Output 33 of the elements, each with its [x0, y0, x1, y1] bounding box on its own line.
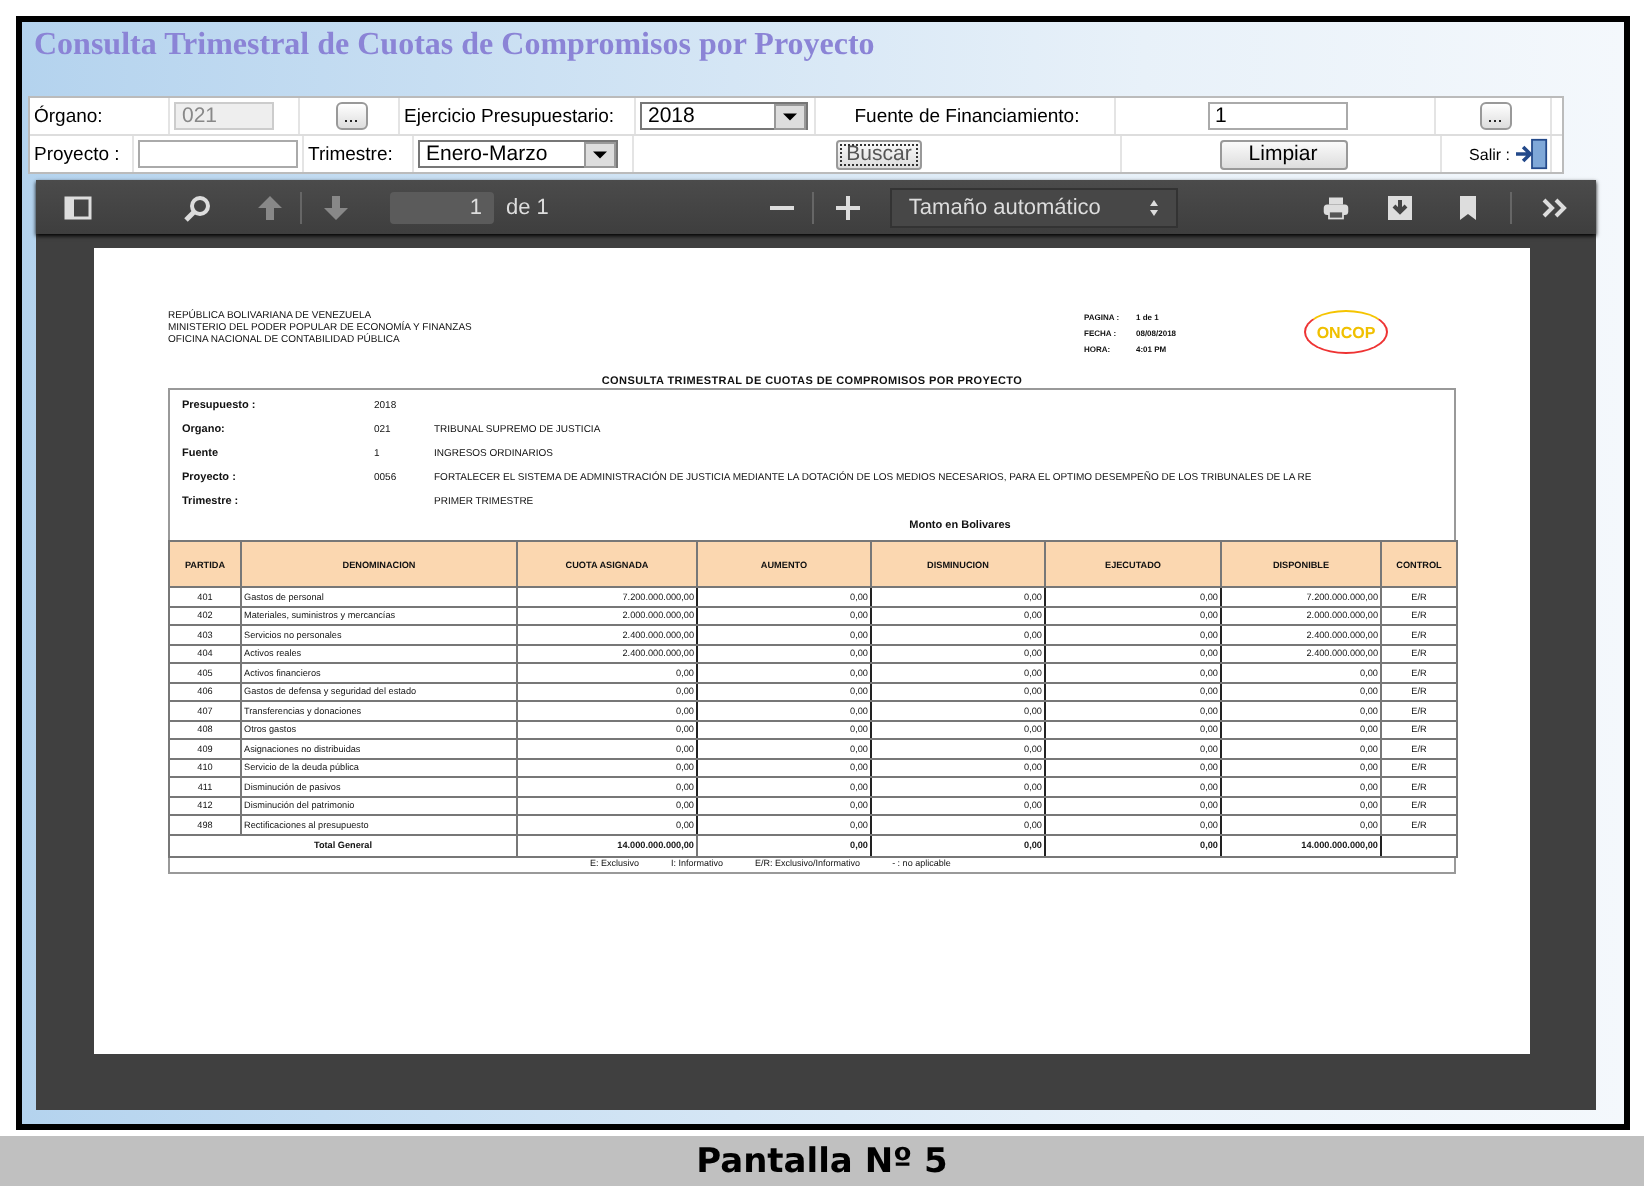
search-icon[interactable] [184, 193, 212, 221]
zoom-in-icon[interactable] [834, 193, 863, 221]
field-label: Trimestre: [308, 143, 393, 165]
exit-icon[interactable] [1514, 138, 1550, 170]
field-label: Fuente de Financiamiento: [854, 105, 1080, 127]
quarter-select[interactable]: Enero-Marzo [418, 140, 618, 168]
sort-caret-icon [1148, 197, 1161, 217]
page-number-field[interactable]: 1 [390, 191, 494, 223]
caret-icon[interactable] [774, 103, 806, 129]
search-button[interactable]: Buscar [836, 139, 922, 169]
fuente-field[interactable]: 1 [1207, 102, 1347, 130]
logo: ONCOP [1304, 310, 1388, 354]
window-title: Consulta Trimestral de Cuotas de Compromisos por Proyecto [32, 26, 877, 66]
bookmark-icon[interactable] [1454, 193, 1482, 221]
arrow-down-icon[interactable] [322, 193, 350, 221]
field-label: Ejercicio Presupuestario: [404, 105, 615, 127]
field-label: Proyecto : [34, 143, 120, 165]
clear-button[interactable]: Limpiar [1219, 139, 1347, 169]
field-label: Órgano: [34, 105, 103, 127]
sidebar-icon[interactable] [64, 193, 92, 221]
download-icon[interactable] [1386, 193, 1414, 221]
more-tools-icon[interactable] [1540, 193, 1568, 221]
lookup-button[interactable]: ... [1479, 102, 1511, 130]
field-label: Salir : [1469, 145, 1510, 163]
arrow-up-icon[interactable] [256, 193, 284, 221]
figure-caption: Pantalla Nº 5 [0, 1136, 1644, 1186]
caret-icon[interactable] [584, 141, 616, 167]
page-count: de 1 [506, 195, 549, 219]
year-select[interactable]: 2018 [640, 102, 808, 130]
print-icon[interactable] [1322, 193, 1350, 221]
proyecto-field[interactable] [138, 140, 298, 168]
zoom-select[interactable]: Tamaño automático [890, 187, 1179, 227]
lookup-button[interactable]: ... [335, 102, 367, 130]
